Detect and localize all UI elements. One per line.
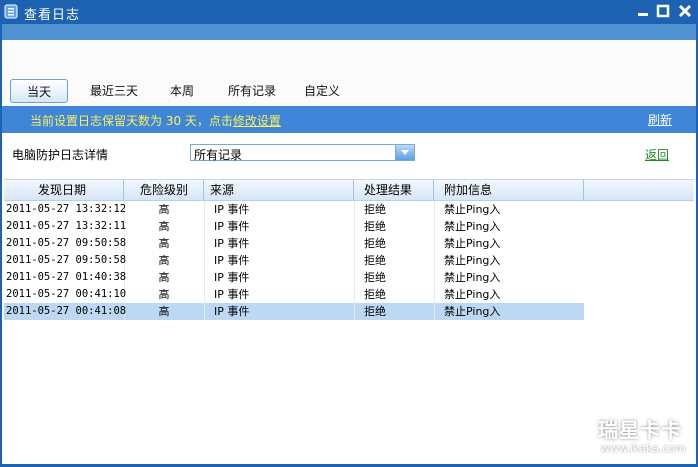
window-title: 查看日志 bbox=[24, 8, 81, 23]
tab-today[interactable]: 当天 bbox=[10, 79, 68, 103]
title-bar: 查看日志 bbox=[0, 0, 698, 24]
cell-level: 高 bbox=[158, 305, 170, 318]
column-separator bbox=[354, 201, 355, 218]
cell-date: 2011-05-27 09:50:58 bbox=[6, 254, 127, 266]
cell-result: 拒绝 bbox=[364, 254, 386, 267]
select-value: 所有记录 bbox=[194, 148, 243, 162]
cell-result: 拒绝 bbox=[364, 237, 386, 250]
table-row[interactable]: 2011-05-27 01:40:38 高 IP 事件 拒绝 禁止Ping入 bbox=[4, 269, 584, 286]
cell-extra: 禁止Ping入 bbox=[444, 220, 501, 233]
cell-extra: 禁止Ping入 bbox=[444, 254, 501, 267]
retention-info: 当前设置日志保留天数为 30 天，点击修改设置 bbox=[30, 112, 281, 129]
cell-date: 2011-05-27 09:50:58 bbox=[6, 237, 127, 249]
watermark-logo: 瑞星卡卡 bbox=[598, 418, 682, 442]
table-row[interactable]: 2011-05-27 09:50:58 高 IP 事件 拒绝 禁止Ping入 bbox=[4, 235, 584, 252]
tab-all-records[interactable]: 所有记录 bbox=[224, 79, 280, 103]
cell-result: 拒绝 bbox=[364, 203, 386, 216]
tab-this-week[interactable]: 本周 bbox=[162, 79, 202, 103]
cell-level: 高 bbox=[158, 288, 170, 301]
column-separator bbox=[354, 235, 355, 252]
column-separator bbox=[204, 269, 205, 286]
ikaka-watermark: 瑞星卡卡 www.ikaka.com bbox=[556, 412, 696, 464]
column-header-date[interactable]: 发现日期 bbox=[4, 180, 124, 200]
column-header-source[interactable]: 来源 bbox=[204, 180, 354, 200]
retention-text: 当前设置日志保留天数为 30 天，点击 bbox=[30, 114, 233, 128]
cell-date: 2011-05-27 13:32:11 bbox=[6, 220, 127, 232]
table-header: 发现日期 危险级别 来源 处理结果 附加信息 bbox=[4, 180, 694, 201]
cell-source: IP 事件 bbox=[214, 305, 250, 318]
tab-last-three-days[interactable]: 最近三天 bbox=[86, 79, 142, 103]
column-separator bbox=[204, 286, 205, 303]
table-row[interactable]: 2011-05-27 13:32:11 高 IP 事件 拒绝 禁止Ping入 bbox=[4, 218, 584, 235]
back-link[interactable]: 返回 bbox=[645, 146, 669, 163]
table-row[interactable]: 2011-05-27 00:41:08 高 IP 事件 拒绝 禁止Ping入 bbox=[4, 303, 584, 320]
column-separator bbox=[354, 252, 355, 269]
column-separator bbox=[204, 303, 205, 320]
tab-custom[interactable]: 自定义 bbox=[300, 79, 344, 103]
column-separator bbox=[354, 286, 355, 303]
dropdown-arrow-icon[interactable] bbox=[395, 145, 414, 160]
column-separator bbox=[204, 218, 205, 235]
cell-source: IP 事件 bbox=[214, 203, 250, 216]
column-separator bbox=[354, 269, 355, 286]
cell-level: 高 bbox=[158, 237, 170, 250]
table-row[interactable]: 2011-05-27 13:32:12 高 IP 事件 拒绝 禁止Ping入 bbox=[4, 201, 584, 218]
minimize-icon[interactable] bbox=[636, 4, 650, 18]
cell-level: 高 bbox=[158, 203, 170, 216]
cell-level: 高 bbox=[158, 220, 170, 233]
watermark-url: www.ikaka.com bbox=[600, 442, 686, 455]
cell-extra: 禁止Ping入 bbox=[444, 305, 501, 318]
cell-date: 2011-05-27 13:32:12 bbox=[6, 203, 127, 215]
column-header-result[interactable]: 处理结果 bbox=[354, 180, 434, 200]
cell-extra: 禁止Ping入 bbox=[444, 288, 501, 301]
cell-source: IP 事件 bbox=[214, 237, 250, 250]
filter-label: 电脑防护日志详情 bbox=[12, 148, 109, 162]
column-separator bbox=[204, 252, 205, 269]
cell-date: 2011-05-27 01:40:38 bbox=[6, 271, 127, 283]
modify-settings-link[interactable]: 修改设置 bbox=[233, 114, 281, 128]
cell-level: 高 bbox=[158, 254, 170, 267]
cell-extra: 禁止Ping入 bbox=[444, 237, 501, 250]
cell-source: IP 事件 bbox=[214, 254, 250, 267]
cell-source: IP 事件 bbox=[214, 271, 250, 284]
cell-result: 拒绝 bbox=[364, 305, 386, 318]
record-filter-select[interactable]: 所有记录 bbox=[190, 144, 415, 162]
column-header-level[interactable]: 危险级别 bbox=[124, 180, 204, 200]
cell-extra: 禁止Ping入 bbox=[444, 271, 501, 284]
tab-bar: 当天 最近三天 本周 所有记录 自定义 bbox=[2, 24, 696, 106]
cell-date: 2011-05-27 00:41:08 bbox=[6, 305, 127, 317]
rising-app-icon bbox=[4, 4, 18, 19]
cell-source: IP 事件 bbox=[214, 288, 250, 301]
column-header-extra[interactable]: 附加信息 bbox=[434, 180, 584, 200]
refresh-link[interactable]: 刷新 bbox=[648, 111, 672, 128]
table-row[interactable]: 2011-05-27 00:41:10 高 IP 事件 拒绝 禁止Ping入 bbox=[4, 286, 584, 303]
maximize-icon[interactable] bbox=[656, 4, 670, 18]
cell-date: 2011-05-27 00:41:10 bbox=[6, 288, 127, 300]
close-icon[interactable] bbox=[678, 4, 692, 18]
cell-result: 拒绝 bbox=[364, 220, 386, 233]
window-body: 当天 最近三天 本周 所有记录 自定义 当前设置日志保留天数为 30 天，点击修… bbox=[2, 24, 696, 464]
cell-source: IP 事件 bbox=[214, 220, 250, 233]
cell-level: 高 bbox=[158, 271, 170, 284]
cell-result: 拒绝 bbox=[364, 271, 386, 284]
column-separator bbox=[354, 303, 355, 320]
column-separator bbox=[204, 235, 205, 252]
column-separator bbox=[354, 218, 355, 235]
retention-info-bar: 当前设置日志保留天数为 30 天，点击修改设置 刷新 bbox=[2, 106, 696, 133]
table-row[interactable]: 2011-05-27 09:50:58 高 IP 事件 拒绝 禁止Ping入 bbox=[4, 252, 584, 269]
cell-extra: 禁止Ping入 bbox=[444, 203, 501, 216]
column-separator bbox=[204, 201, 205, 218]
cell-result: 拒绝 bbox=[364, 288, 386, 301]
